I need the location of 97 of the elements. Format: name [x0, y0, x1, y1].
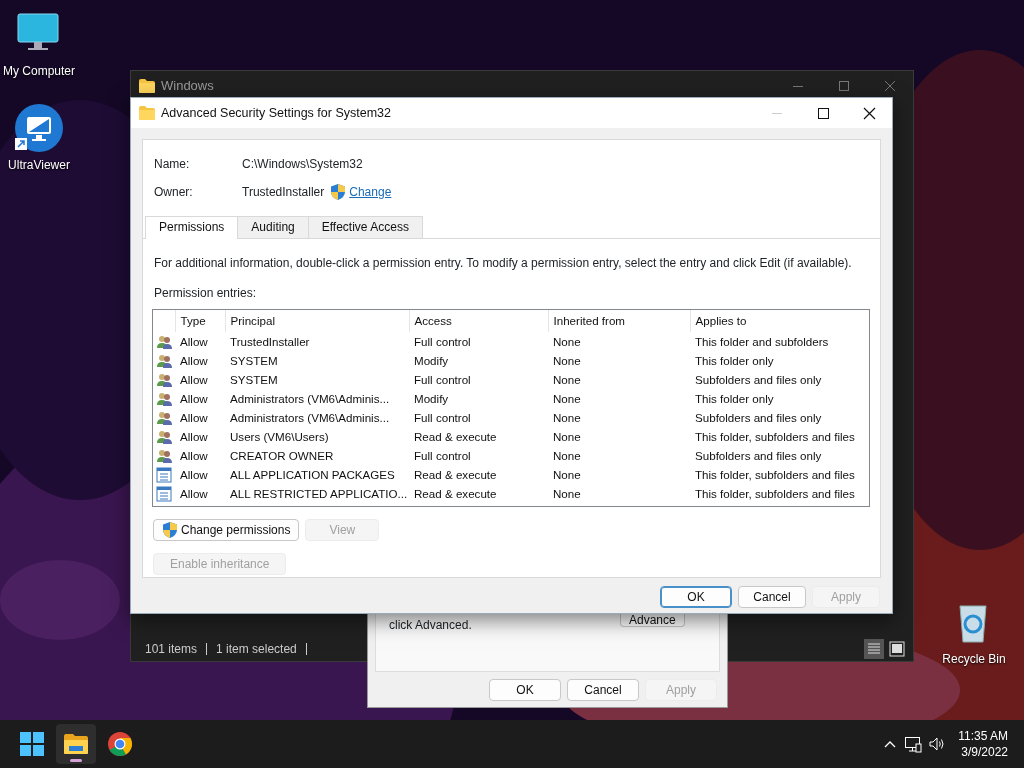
table-cell-text: Allow	[179, 485, 209, 502]
field-label: Owner:	[154, 184, 194, 201]
table-cell-text: Allow	[179, 428, 209, 445]
icon-label[interactable]: UltraViewer	[8, 156, 70, 174]
package-icon	[156, 485, 172, 502]
users-icon	[156, 352, 172, 369]
table-cell-text: None	[552, 390, 582, 407]
shield-icon	[330, 184, 347, 200]
advanced-button[interactable]: Advance	[620, 614, 685, 627]
change-permissions-button[interactable]: Change permissions	[153, 519, 300, 541]
monitor-icon	[15, 104, 63, 152]
dialog-button[interactable]: Cancel	[567, 679, 639, 701]
browser-icon	[108, 732, 132, 756]
table-cell-text: Allow	[179, 409, 209, 426]
table-cell: None	[548, 332, 690, 351]
table-cell-text: None	[552, 447, 582, 464]
network-icon[interactable]	[904, 735, 923, 753]
folder-icon	[64, 732, 88, 756]
status-text: 1 item selected	[216, 641, 297, 658]
tab[interactable]: Effective Access	[307, 216, 423, 238]
windows-logo-icon	[20, 732, 44, 756]
table-cell-text: Subfolders and files only	[694, 447, 823, 464]
folder-icon	[139, 79, 155, 93]
tab[interactable]: Auditing	[237, 216, 309, 238]
users-icon	[156, 447, 172, 464]
shield-icon	[162, 522, 178, 538]
column-header[interactable]: Inherited from	[548, 310, 690, 332]
table-cell-text: This folder only	[694, 390, 775, 407]
table-cell: Allow	[175, 332, 225, 351]
table-cell-text: None	[552, 371, 582, 388]
table-cell-text: Allow	[179, 371, 209, 388]
table-cell-text: This folder, subfolders and files	[694, 466, 856, 483]
folder-icon	[139, 106, 155, 120]
dialog-button[interactable]: Cancel	[738, 586, 806, 608]
info-text: For additional information, double-click a permission entry. To modify a permission entry, select the entry and click Edit (if available).	[153, 255, 853, 272]
table-cell-text: Full control	[413, 447, 472, 464]
table-cell-text: Allow	[179, 352, 209, 369]
table-cell: TrustedInstaller	[225, 332, 409, 351]
table-cell-text: Allow	[179, 390, 209, 407]
tab[interactable]: Permissions	[145, 216, 239, 239]
table-cell-text: Full control	[413, 409, 472, 426]
field-value: C:\Windows\System32	[242, 156, 363, 173]
column-header[interactable]: Access	[409, 310, 548, 332]
table-cell-text: CREATOR OWNER	[229, 447, 335, 464]
table-cell-text: This folder, subfolders and files	[694, 485, 856, 502]
section-label: Permission entries:	[153, 285, 258, 302]
table-cell-text: Administrators (VM6\Adminis...	[229, 409, 391, 426]
table-cell-text: None	[552, 466, 582, 483]
table-cell: Full control	[409, 332, 548, 351]
dialog-text: click Advanced.	[389, 617, 472, 634]
field-label: Name:	[154, 156, 191, 173]
table-cell-text: SYSTEM	[229, 371, 279, 388]
change-link[interactable]: Change	[349, 183, 392, 201]
window-title: Windows	[161, 77, 214, 96]
table-cell-text: ALL RESTRICTED APPLICATIO...	[229, 485, 409, 502]
taskbar-button[interactable]	[56, 724, 96, 764]
column-header[interactable]: Principal	[225, 310, 409, 332]
status-text: 101 items	[145, 641, 198, 658]
package-icon	[156, 466, 172, 483]
table-cell-text: Allow	[179, 466, 209, 483]
table-cell-text: Modify	[413, 352, 450, 369]
clock-date[interactable]: 3/9/2022	[958, 744, 1008, 760]
column-header[interactable]: Type	[175, 310, 225, 332]
preview-view-icon[interactable]	[887, 639, 907, 659]
users-icon	[156, 371, 172, 388]
table-cell-text: Administrators (VM6\Adminis...	[229, 390, 391, 407]
icon-label[interactable]: Recycle Bin	[942, 650, 1006, 668]
dialog-button[interactable]: OK	[489, 679, 561, 701]
table-cell-text: Modify	[413, 390, 450, 407]
window-title: Advanced Security Settings for System32	[161, 104, 391, 122]
column-header[interactable]: Applies to	[690, 310, 871, 332]
table-cell-text: Read & execute	[413, 466, 498, 483]
table-cell-text: Users (VM6\Users)	[229, 428, 330, 445]
table-cell-text: ALL APPLICATION PACKAGES	[229, 466, 396, 483]
table-cell-text: This folder, subfolders and files	[694, 428, 856, 445]
table-cell-text: Subfolders and files only	[694, 371, 823, 388]
table-cell-text: None	[552, 352, 582, 369]
table-cell-text: SYSTEM	[229, 352, 279, 369]
table-cell-text: Allow	[179, 447, 209, 464]
field-value: TrustedInstaller	[242, 184, 325, 201]
users-icon	[156, 333, 172, 350]
table-cell-text: None	[552, 409, 582, 426]
speaker-icon[interactable]	[928, 735, 947, 753]
clock-time[interactable]: 11:35 AM	[958, 728, 1008, 744]
table-cell: This folder and subfolders	[690, 332, 871, 351]
table-cell-text: Subfolders and files only	[694, 409, 823, 426]
users-icon	[156, 428, 172, 445]
table-cell-text: This folder only	[694, 352, 775, 369]
table-cell-text: Read & execute	[413, 428, 498, 445]
dialog-button[interactable]: OK	[660, 586, 732, 608]
table-cell-text: None	[552, 485, 582, 502]
table-cell-text: Full control	[413, 371, 472, 388]
users-icon	[156, 409, 172, 426]
table-cell-text: None	[552, 428, 582, 445]
icon-label[interactable]: My Computer	[3, 62, 75, 80]
table-cell-text: Read & execute	[413, 485, 498, 502]
users-icon	[156, 390, 172, 407]
